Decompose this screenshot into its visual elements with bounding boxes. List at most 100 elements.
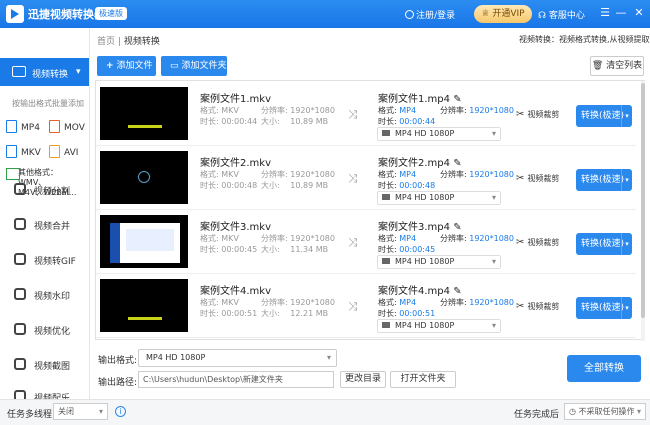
shuffle-icon: ⤨ [348,107,358,121]
file-list: 案例文件1.mkv 格式: MKV 分辨率: 1920*1080 时长: 00:00:… [95,80,645,341]
sidebar-item-video-convert[interactable]: 视频转换 ▾ [0,58,89,86]
source-resolution: 分辨率: 1920*1080 [261,234,335,243]
title-bar: 迅捷视频转换器 极速版 注册/登录 ♕ 开通VIP ☊ 客服中心 ☰ — ✕ [0,0,650,28]
crop-button[interactable]: ✂ 视频裁剪 [516,237,559,248]
preset-select[interactable]: MP4 HD 1080P ▾ [377,255,501,269]
list-scrollbar[interactable] [641,81,645,341]
video-icon [12,66,26,77]
pencil-icon[interactable]: ✎ [453,94,461,105]
scissors-icon: ✂ [516,109,525,120]
clock-icon: ◷ [569,407,576,416]
sidebar-item-merge[interactable]: 视频合并 [0,208,89,240]
chevron-down-icon: ▾ [491,257,496,266]
vip-button[interactable]: ♕ 开通VIP [474,5,532,23]
headset-icon: ☊ [538,11,546,21]
breadcrumb-home[interactable]: 首页 [97,37,115,47]
sidebar-item-music[interactable]: 视频配乐 [0,380,89,399]
add-file-button[interactable]: + 添加文件 [97,56,156,76]
plus-icon: + [106,61,114,71]
video-thumbnail[interactable] [100,215,188,268]
video-thumbnail[interactable] [100,87,188,140]
output-name[interactable]: 案例文件1.mp4 ✎ [378,90,462,105]
pencil-icon[interactable]: ✎ [453,158,461,169]
output-format: 格式: MP4 [378,170,417,179]
sidebar-item-screenshot[interactable]: 视频截图 [0,348,89,380]
multithread-select[interactable]: 关闭 ▾ [53,403,108,420]
video-thumbnail[interactable] [100,151,188,204]
crop-button[interactable]: ✂ 视频裁剪 [516,301,559,312]
output-format: 格式: MP4 [378,234,417,243]
change-dir-button[interactable]: 更改目录 [340,371,386,388]
scrollbar-thumb[interactable] [641,83,645,318]
convert-button[interactable]: 转换(极速) ▾ [576,105,632,127]
menu-icon[interactable]: ☰ [598,6,612,19]
chevron-down-icon[interactable]: ▾ [621,169,632,191]
minimize-icon[interactable]: — [614,6,628,19]
preset-select[interactable]: MP4 HD 1080P ▾ [377,191,501,205]
sidebar-item-watermark[interactable]: 视频水印 [0,278,89,310]
output-name[interactable]: 案例文件2.mp4 ✎ [378,154,462,169]
preset-select[interactable]: MP4 HD 1080P ▾ [377,319,501,333]
sidebar-item-optimize[interactable]: 视频优化 [0,313,89,345]
login-link[interactable]: 注册/登录 [405,8,455,21]
service-link[interactable]: ☊ 客服中心 [538,8,585,21]
convert-button[interactable]: 转换(极速) ▾ [576,297,632,319]
file-name: 案例文件3.mkv [200,222,271,233]
convert-all-button[interactable]: 全部转换 [567,355,641,382]
convert-button[interactable]: 转换(极速) ▾ [576,169,632,191]
output-path-field[interactable]: C:\Users\hudun\Desktop\新建文件夹 [138,371,334,388]
after-task-label: 任务完成后 [514,410,560,420]
file-name: 案例文件4.mkv [200,286,271,297]
music-icon [14,390,26,399]
format-mkv[interactable]: MKV [6,145,41,158]
format-avi[interactable]: AVI [49,145,78,158]
watermark-icon [14,288,26,300]
file-row: 案例文件3.mkv 格式: MKV 分辨率: 1920*1080 时长: 00:00:… [96,211,636,274]
trash-icon: 🗑 [591,61,604,71]
crop-button[interactable]: ✂ 视频裁剪 [516,173,559,184]
crop-button[interactable]: ✂ 视频裁剪 [516,109,559,120]
output-name[interactable]: 案例文件3.mp4 ✎ [378,218,462,233]
close-icon[interactable]: ✕ [632,6,646,19]
chevron-down-icon[interactable]: ▾ [621,105,632,127]
chevron-down-icon[interactable]: ▾ [621,297,632,319]
sidebar-item-split[interactable]: 视频分割 [0,173,89,205]
output-duration: 时长: 00:00:44 [378,117,436,126]
merge-icon [14,218,26,230]
convert-button[interactable]: 转换(极速) ▾ [576,233,632,255]
open-folder-button[interactable]: 打开文件夹 [390,371,456,388]
info-icon[interactable]: i [115,406,126,417]
file-row: 案例文件1.mkv 格式: MKV 分辨率: 1920*1080 时长: 00:00:… [96,83,636,146]
output-format-label: 输出格式: [98,356,138,366]
source-format: 格式: MKV [200,298,239,307]
output-path-label: 输出路径: [98,378,138,388]
output-format-select[interactable]: MP4 HD 1080P ▾ [138,349,337,367]
output-duration: 时长: 00:00:51 [378,309,436,318]
chevron-down-icon: ▾ [491,193,496,202]
crown-icon: ♕ [481,9,490,19]
gif-icon [14,253,26,265]
chevron-down-icon[interactable]: ▾ [621,233,632,255]
format-mov[interactable]: MOV [49,120,85,133]
folder-icon: ▭ [170,61,179,71]
video-thumbnail[interactable] [100,279,188,332]
after-task-select[interactable]: ◷ 不采取任何操作 ▾ [564,403,646,420]
pencil-icon[interactable]: ✎ [453,222,461,233]
sidebar-item-gif[interactable]: 视频转GIF [0,243,89,275]
page-description: 视频转换：视频格式转换,从视频提取音频 [519,35,650,44]
add-folder-button[interactable]: ▭ 添加文件夹 [161,56,227,76]
source-size: 大小: 10.89 MB [261,181,329,190]
source-format: 格式: MKV [200,234,239,243]
preset-select[interactable]: MP4 HD 1080P ▾ [377,127,501,141]
clear-list-button[interactable]: 🗑 清空列表 [590,56,644,76]
source-duration: 时长: 00:00:48 [200,181,258,190]
status-bar: 任务多线程 关闭 ▾ i 任务完成后 ◷ 不采取任何操作 ▾ [0,399,650,425]
source-format: 格式: MKV [200,106,239,115]
pencil-icon[interactable]: ✎ [453,286,461,297]
format-mp4[interactable]: MP4 [6,120,40,133]
output-name[interactable]: 案例文件4.mp4 ✎ [378,282,462,297]
scissors-icon: ✂ [516,237,525,248]
source-size: 大小: 12.21 MB [261,309,329,318]
output-resolution: 分辨率: 1920*1080 [440,298,514,307]
source-resolution: 分辨率: 1920*1080 [261,170,335,179]
